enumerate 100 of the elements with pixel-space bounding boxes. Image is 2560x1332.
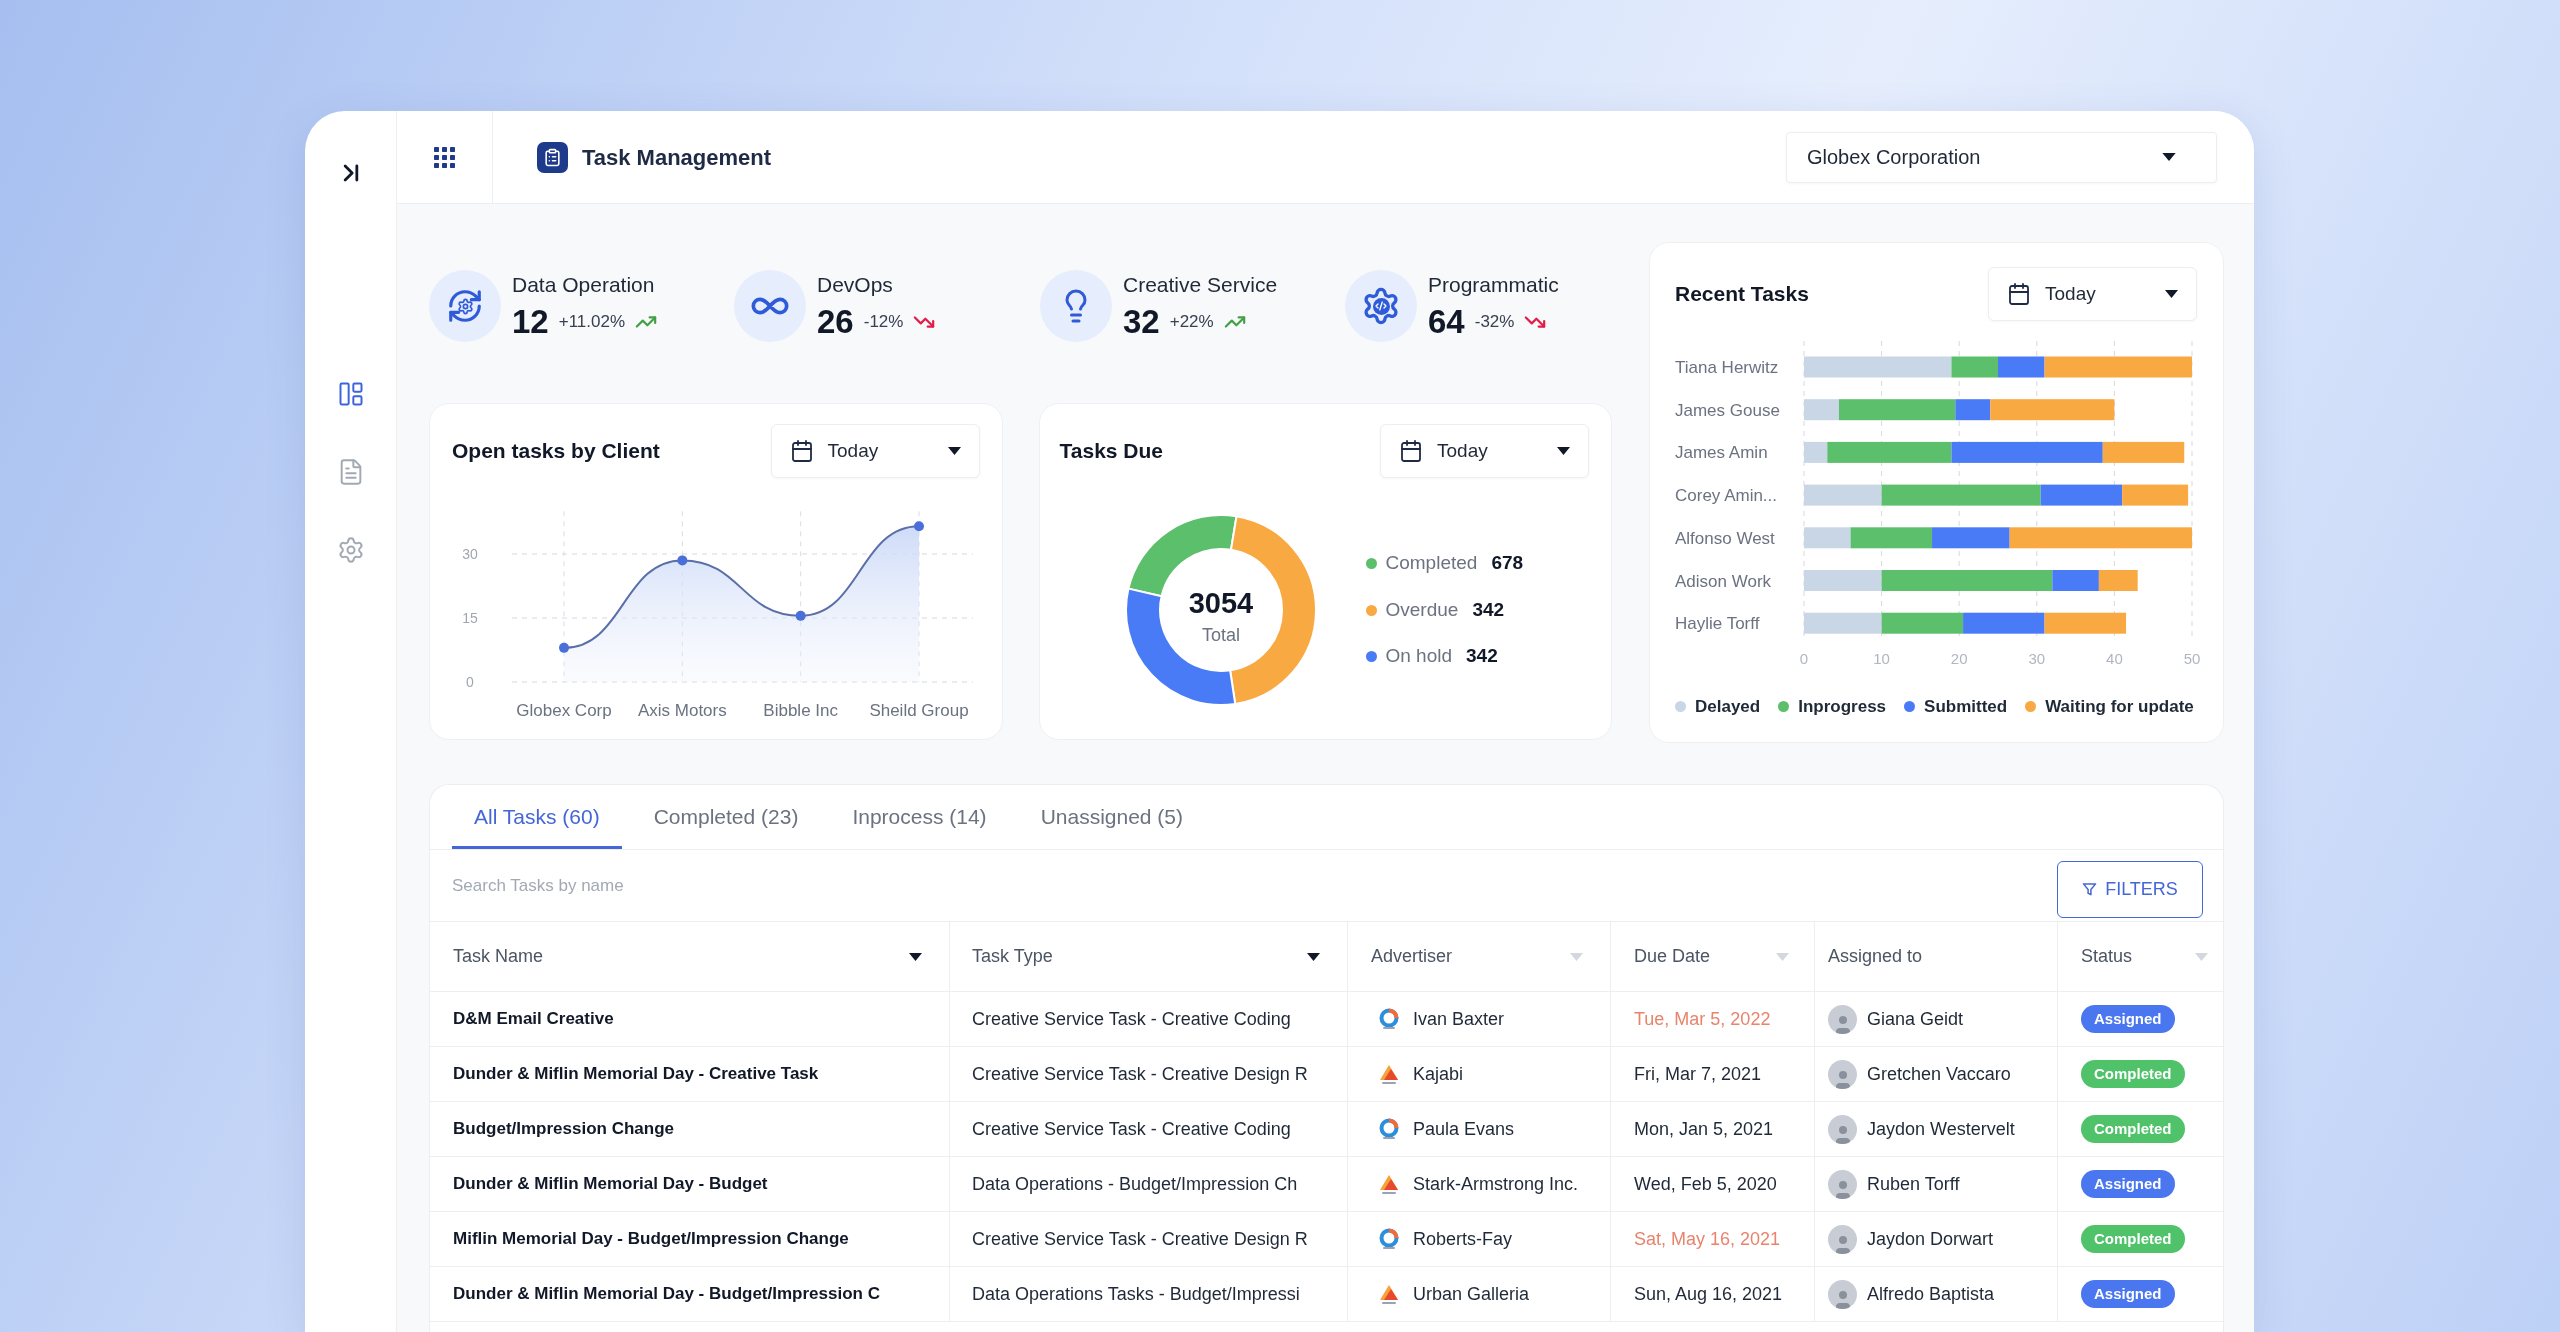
search-field[interactable]: Search Tasks by name (452, 863, 2037, 908)
table-cell: Dunder & Miflin Memorial Day - Budget/Impression C (430, 1267, 950, 1321)
period-dropdown[interactable]: Today (770, 424, 980, 478)
tab[interactable]: Inprocess (14) (830, 785, 1009, 849)
table-cell: Data Operations Tasks - Budget/Impressi (950, 1267, 1348, 1321)
table-cell: D&M Email Creative (430, 992, 950, 1046)
data-point (677, 555, 688, 566)
status-badge: Completed (2081, 1225, 2185, 1253)
calendar-icon (1399, 439, 1423, 463)
data-point (795, 610, 806, 621)
status-badge: Assigned (2081, 1005, 2175, 1033)
organization-dropdown[interactable]: Globex Corporation (1786, 131, 2217, 183)
table-cell: Tue, Mar 5, 2022 (1611, 992, 1815, 1046)
advertiser-name: Paula Evans (1413, 1117, 1515, 1141)
category-label: James Gouse (1675, 400, 1780, 420)
advertiser-name: Urban Galleria (1413, 1282, 1530, 1306)
legend-label: Overdue (1385, 597, 1459, 622)
column-header[interactable]: Assigned to (1828, 943, 1923, 970)
mountain-logo-icon (1378, 1063, 1400, 1085)
table-cell: Budget/Impression Change (430, 1102, 950, 1156)
bar-segment (2098, 570, 2138, 591)
column-header[interactable]: Due Date (1634, 943, 1711, 970)
axis-tick-label: 30 (2028, 650, 2046, 667)
period-dropdown[interactable]: Today (1380, 424, 1589, 478)
tab[interactable]: Unassigned (5) (1018, 785, 1206, 849)
status-badge: Assigned (2081, 1170, 2175, 1198)
axis-tick-label: 15 (462, 610, 478, 626)
stat-value: 26 (817, 302, 854, 342)
legend-label: Delayed (1695, 696, 1761, 718)
axis-tick-label: 0 (1799, 650, 1809, 667)
filter-icon (2082, 882, 2098, 897)
axis-tick-label: 50 (2183, 650, 2201, 667)
category-label: Bibble Inc (763, 701, 838, 720)
assignee-name: Gretchen Vaccaro (1867, 1062, 2011, 1086)
data-point (914, 521, 924, 532)
category-label: James Amin (1675, 443, 1768, 463)
table-cell: Creative Service Task - Creative Design R (950, 1212, 1348, 1266)
axis-tick-label: 40 (2106, 650, 2123, 667)
calendar-icon (789, 439, 814, 463)
category-label: Axis Motors (637, 701, 727, 720)
table-cell: Dunder & Miflin Memorial Day - Creative Task (430, 1047, 950, 1101)
assignee-name: Ruben Torff (1867, 1172, 1960, 1196)
sort-caret-icon[interactable] (909, 952, 922, 961)
data-point (559, 642, 569, 653)
stat-change: +11.02% (558, 311, 626, 334)
category-label: Globex Corp (516, 701, 612, 720)
status-badge: Completed (2081, 1115, 2185, 1143)
caret-icon (2162, 153, 2176, 161)
legend-label: Inprogress (1798, 696, 1887, 718)
tab[interactable]: All Tasks (60) (452, 785, 622, 849)
avatar-icon (1828, 1004, 1857, 1034)
legend-value: 342 (1472, 597, 1505, 622)
advertiser-name: Roberts-Fay (1413, 1227, 1513, 1251)
caret-icon (2165, 290, 2178, 298)
sort-caret-icon[interactable] (1307, 952, 1320, 961)
advertiser-name: Ivan Baxter (1413, 1007, 1505, 1031)
axis-tick-label: 20 (1950, 650, 1968, 667)
table-cell: Mon, Jan 5, 2021 (1611, 1102, 1815, 1156)
table-cell: Wed, Feb 5, 2020 (1611, 1157, 1815, 1211)
axis-tick-label: 30 (462, 545, 478, 562)
period-dropdown[interactable]: Today (1988, 267, 2197, 321)
column-header[interactable]: Task Type (972, 943, 1053, 970)
stat-value: 12 (512, 302, 549, 342)
table-cell: Creative Service Task - Creative Coding (950, 992, 1348, 1046)
avatar-icon (1828, 1114, 1857, 1144)
bar-segment (2122, 484, 2189, 506)
caret-icon (1557, 447, 1570, 455)
column-header[interactable]: Task Name (453, 943, 544, 970)
table-cell: Sat, May 16, 2021 (1611, 1212, 1815, 1266)
advertiser-name: Kajabi (1413, 1062, 1464, 1086)
avatar-icon (1828, 1059, 1857, 1089)
category-label: Tiana Herwitz (1675, 358, 1779, 377)
column-header[interactable]: Status (2081, 943, 2133, 970)
assignee-name: Jaydon Westervelt (1867, 1117, 2015, 1141)
assignee-name: Alfredo Baptista (1867, 1282, 1995, 1306)
legend-value: 678 (1491, 551, 1524, 576)
category-label: Haylie Torff (1675, 614, 1760, 634)
mountain-logo-icon (1378, 1173, 1400, 1195)
donut-total: 3054 (1188, 587, 1253, 619)
tab[interactable]: Completed (23) (631, 785, 821, 849)
grid-menu-icon[interactable] (434, 146, 455, 168)
stat-label: Creative Service (1123, 272, 1278, 298)
legend-label: Submitted (1924, 696, 2008, 718)
stat-label: DevOps (817, 272, 894, 298)
avatar-icon (1828, 1224, 1857, 1254)
avatar-icon (1828, 1169, 1857, 1199)
category-label: Corey Amin... (1675, 486, 1778, 506)
calendar-icon (2007, 282, 2031, 306)
category-label: Alfonso West (1675, 528, 1775, 548)
avatar-icon (1828, 1279, 1857, 1309)
column-header[interactable]: Advertiser (1371, 943, 1453, 970)
axis-tick-label: 10 (1873, 650, 1890, 667)
filters-button[interactable]: FILTERS (2057, 861, 2203, 918)
table-cell: Dunder & Miflin Memorial Day - Budget (430, 1157, 950, 1211)
stat-change: +22% (1169, 311, 1214, 334)
status-badge: Assigned (2081, 1280, 2175, 1308)
table-cell: Sun, Aug 16, 2021 (1611, 1267, 1815, 1321)
table-cell: Miflin Memorial Day - Budget/Impression Change (430, 1212, 950, 1266)
assignee-name: Giana Geidt (1867, 1007, 1964, 1031)
ring-logo-icon (1378, 1228, 1400, 1250)
